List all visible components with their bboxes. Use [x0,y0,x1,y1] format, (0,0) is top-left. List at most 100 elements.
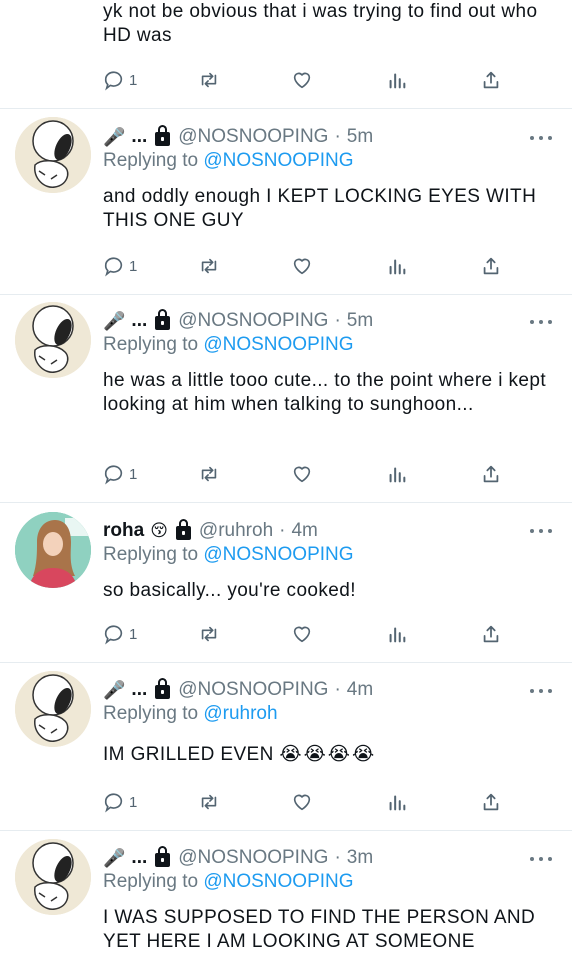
share-button[interactable] [480,462,502,486]
display-name[interactable]: ... [131,679,147,701]
like-button[interactable] [291,622,313,646]
tweet-text: and oddly enough I KEPT LOCKING EYES WIT… [103,186,537,231]
reply-icon [104,625,123,645]
more-icon[interactable] [530,312,552,332]
tweet-header: 🎤 ... @NOSNOOPING · 5m [103,124,554,150]
replying-prefix: Replying to [103,544,199,565]
lock-icon [155,309,171,330]
views-button[interactable] [386,254,408,278]
retweet-icon [201,626,217,642]
like-button[interactable] [291,68,313,92]
timestamp[interactable]: 4m [291,520,317,542]
reply-button[interactable]: 1 [103,254,137,278]
tweet-actions: 1 [103,622,523,646]
avatar[interactable] [15,671,91,747]
views-button[interactable] [386,622,408,646]
views-button[interactable] [386,68,408,92]
reply-icon [104,465,123,485]
display-name[interactable]: ... [131,847,147,869]
tweet-text: IM GRILLED EVEN 😭😭😭😭 [103,743,554,767]
reply-button[interactable]: 1 [103,68,137,92]
display-name[interactable]: ... [131,310,147,332]
replying-to: Replying to @ruhroh [103,703,554,729]
more-icon[interactable] [530,681,552,701]
tweet[interactable]: 🎤 ... @NOSNOOPING · 5m Replying to @NOSN… [0,294,572,503]
more-icon[interactable] [530,128,552,148]
handle[interactable]: @NOSNOOPING [178,847,328,869]
lock-icon [155,846,171,867]
retweet-button[interactable] [198,68,220,92]
tweet[interactable]: roha 😚 @ruhroh · 4m Replying to @NOSNOOP… [0,502,572,663]
more-icon[interactable] [530,849,552,869]
display-name[interactable]: ... [131,126,147,148]
avatar[interactable] [15,512,91,588]
timestamp[interactable]: 4m [347,679,373,701]
views-icon [389,795,406,811]
like-button[interactable] [291,790,313,814]
reply-icon [104,257,123,277]
more-icon[interactable] [530,521,552,541]
avatar-image [15,302,91,378]
display-name[interactable]: roha [103,520,144,542]
tweet-actions: 1 [103,462,523,486]
handle[interactable]: @ruhroh [199,520,273,542]
mention-link[interactable]: @ruhroh [203,703,277,724]
mic-icon: 🎤 [103,310,126,331]
avatar-image [15,117,91,193]
heart-icon [293,794,311,811]
retweet-button[interactable] [198,790,220,814]
like-button[interactable] [291,254,313,278]
tweet[interactable]: 🎤 ... @NOSNOOPING · 4m Replying to @ruhr… [0,662,572,831]
share-icon [483,625,499,643]
avatar[interactable] [15,117,91,193]
avatar-image [15,671,91,747]
handle[interactable]: @NOSNOOPING [178,126,328,148]
replying-prefix: Replying to [103,703,199,724]
views-icon [389,467,406,483]
mention-link[interactable]: @NOSNOOPING [203,871,353,892]
retweet-button[interactable] [198,254,220,278]
reply-count: 1 [129,71,138,89]
tweet-actions: 1 [103,254,523,278]
timestamp[interactable]: 5m [347,310,373,332]
reply-button[interactable]: 1 [103,622,137,646]
tweet-partial[interactable]: yk not be obvious that i was trying to f… [0,0,572,109]
replying-to: Replying to @NOSNOOPING [103,150,554,176]
separator: · [334,847,341,868]
share-button[interactable] [480,68,502,92]
mention-link[interactable]: @NOSNOOPING [203,150,353,171]
avatar[interactable] [15,302,91,378]
lock-icon [175,519,191,540]
retweet-button[interactable] [198,462,220,486]
views-icon [389,627,406,643]
retweet-icon [201,72,217,88]
like-button[interactable] [291,462,313,486]
reply-button[interactable]: 1 [103,462,137,486]
tweet-text: yk not be obvious that i was trying to f… [103,1,538,46]
share-button[interactable] [480,254,502,278]
share-button[interactable] [480,790,502,814]
views-button[interactable] [386,790,408,814]
avatar[interactable] [15,839,91,915]
reply-icon [104,793,123,813]
views-button[interactable] [386,462,408,486]
share-button[interactable] [480,622,502,646]
tweet[interactable]: 🎤 ... @NOSNOOPING · 3m Replying to @NOSN… [0,830,572,960]
retweet-icon [201,466,217,482]
mic-icon: 🎤 [103,679,126,700]
reply-button[interactable]: 1 [103,790,137,814]
avatar-image [15,512,91,588]
tweet-actions: 1 [103,790,523,814]
reply-count: 1 [129,793,138,811]
handle[interactable]: @NOSNOOPING [178,679,328,701]
tweet[interactable]: 🎤 ... @NOSNOOPING · 5m Replying to @NOSN… [0,108,572,295]
mention-link[interactable]: @NOSNOOPING [203,334,353,355]
handle[interactable]: @NOSNOOPING [178,310,328,332]
timestamp[interactable]: 3m [347,847,373,869]
tweet-header: 🎤 ... @NOSNOOPING · 3m [103,845,554,871]
share-icon [483,71,499,89]
timestamp[interactable]: 5m [347,126,373,148]
mention-link[interactable]: @NOSNOOPING [203,544,353,565]
retweet-button[interactable] [198,622,220,646]
lock-icon [155,125,171,146]
